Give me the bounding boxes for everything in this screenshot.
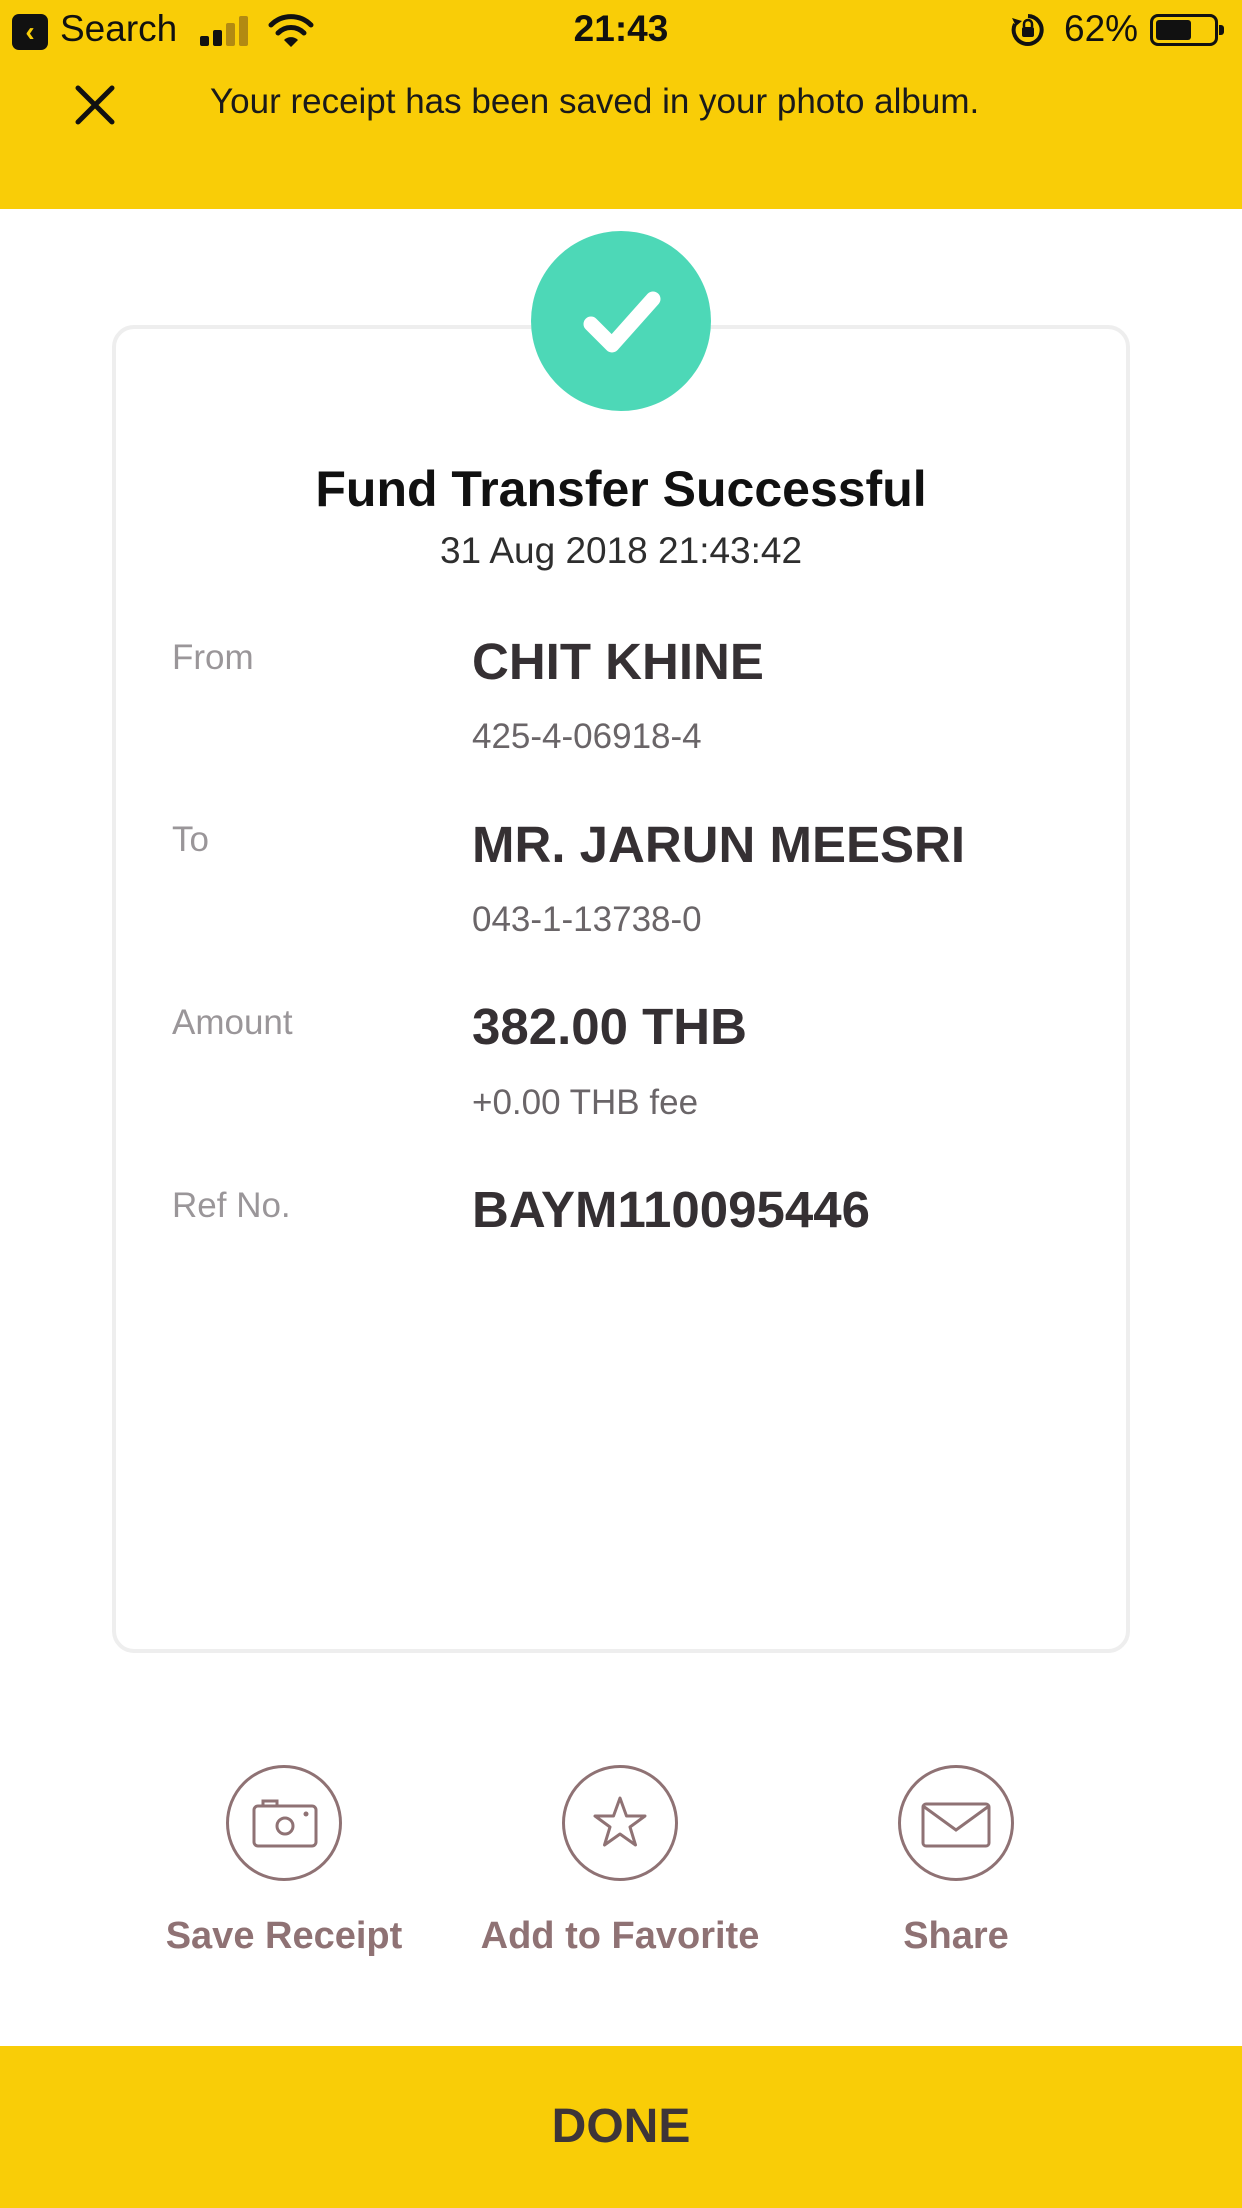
transaction-datetime: 31 Aug 2018 21:43:42 [439, 530, 803, 571]
share-label: Share [903, 1915, 1009, 1957]
done-button[interactable]: DONE [0, 2046, 1242, 2208]
ref-value: BAYM110095446 [472, 1181, 870, 1238]
amount-label: Amount [172, 1003, 293, 1042]
save-receipt-button[interactable]: Save Receipt [134, 1765, 434, 1958]
share-button[interactable]: Share [806, 1765, 1106, 1958]
ref-label: Ref No. [172, 1186, 291, 1225]
receipt-title: Fund Transfer Successful [315, 461, 927, 517]
close-icon[interactable] [70, 80, 120, 130]
status-bar: ‹ Search 21:43 62% [0, 0, 1242, 62]
fee-value: +0.00 THB fee [472, 1083, 699, 1122]
to-account: 043-1-13738-0 [472, 900, 702, 939]
from-account: 425-4-06918-4 [472, 717, 702, 756]
star-icon[interactable] [562, 1765, 678, 1881]
add-to-favorite-button[interactable]: Add to Favorite [470, 1765, 770, 1958]
battery-tip [1219, 25, 1224, 35]
add-to-favorite-label: Add to Favorite [480, 1915, 760, 1957]
from-name: CHIT KHINE [472, 633, 764, 690]
to-label: To [172, 820, 209, 859]
battery-icon [1150, 14, 1224, 46]
banner-message: Your receipt has been saved in your phot… [210, 82, 980, 121]
amount-value: 382.00 THB [472, 998, 747, 1055]
receipt-card [112, 325, 1130, 1653]
rotation-lock-icon [1011, 14, 1044, 46]
from-label: From [172, 638, 254, 677]
camera-icon[interactable] [226, 1765, 342, 1881]
battery-fill [1156, 20, 1191, 40]
battery-percentage: 62% [1064, 8, 1139, 49]
to-name: MR. JARUN MEESRI [472, 816, 966, 873]
save-receipt-label: Save Receipt [165, 1915, 403, 1957]
notification-banner: ‹ Search 21:43 62% Your receipt has been [0, 0, 1242, 209]
check-icon [531, 231, 711, 411]
done-label: DONE [551, 2100, 691, 2153]
envelope-icon[interactable] [898, 1765, 1014, 1881]
clock: 21:43 [573, 8, 669, 49]
